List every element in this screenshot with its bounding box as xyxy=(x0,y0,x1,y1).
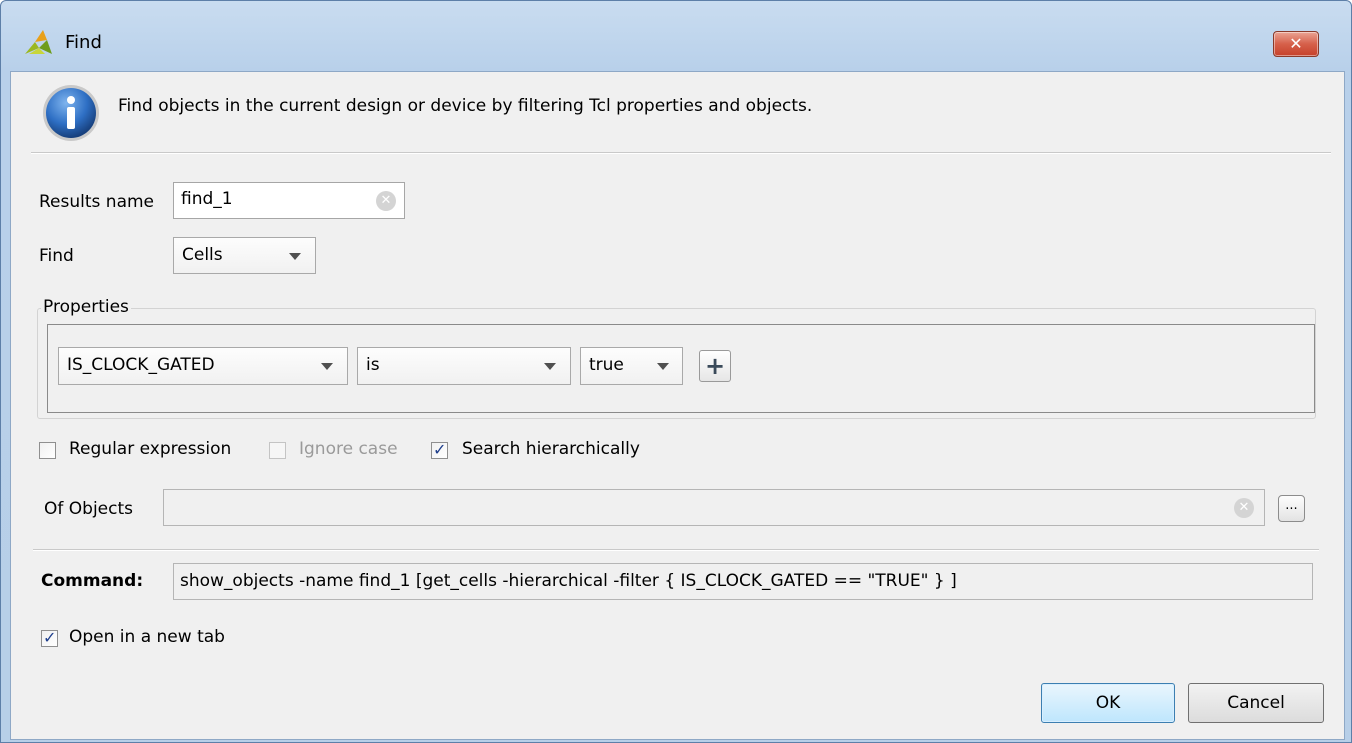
properties-filter-panel: IS_CLOCK_GATED is true + xyxy=(47,324,1315,413)
results-name-input[interactable]: find_1 ✕ xyxy=(173,182,405,219)
value-value: true xyxy=(589,355,624,375)
close-icon: ✕ xyxy=(1289,34,1303,53)
results-name-label: Results name xyxy=(39,192,154,212)
chevron-down-icon xyxy=(289,253,301,260)
open-new-tab-label: Open in a new tab xyxy=(69,627,225,647)
chevron-down-icon xyxy=(657,363,669,370)
open-new-tab-checkbox[interactable] xyxy=(41,628,58,647)
search-hierarchically-checkbox[interactable] xyxy=(431,440,448,459)
find-label: Find xyxy=(39,246,74,266)
search-hierarchically-label: Search hierarchically xyxy=(462,439,640,459)
window-title: Find xyxy=(65,32,102,53)
operator-value: is xyxy=(366,355,380,375)
value-dropdown[interactable]: true xyxy=(580,347,683,385)
clear-icon[interactable]: ✕ xyxy=(376,191,396,211)
title-bar: Find ✕ xyxy=(1,1,1351,71)
vivado-logo-icon xyxy=(25,30,52,54)
command-separator xyxy=(33,549,1319,551)
browse-objects-button[interactable]: ... xyxy=(1278,495,1305,522)
properties-group-title: Properties xyxy=(41,297,131,317)
chevron-down-icon xyxy=(321,363,333,370)
ignore-case-label: Ignore case xyxy=(299,439,398,459)
info-message: Find objects in the current design or de… xyxy=(118,96,813,116)
dialog-content: Find objects in the current design or de… xyxy=(10,71,1345,740)
header-separator xyxy=(31,152,1331,154)
ellipsis-icon: ... xyxy=(1285,498,1298,513)
find-type-value: Cells xyxy=(182,245,223,265)
cancel-label: Cancel xyxy=(1227,693,1285,713)
command-text: show_objects -name find_1 [get_cells -hi… xyxy=(180,571,957,591)
find-type-dropdown[interactable]: Cells xyxy=(173,237,316,274)
results-name-value: find_1 xyxy=(181,189,233,209)
cancel-button[interactable]: Cancel xyxy=(1188,683,1324,723)
ok-button[interactable]: OK xyxy=(1041,683,1175,723)
add-filter-button[interactable]: + xyxy=(699,350,731,382)
of-objects-label: Of Objects xyxy=(44,499,133,519)
command-label: Command: xyxy=(41,571,144,591)
ok-label: OK xyxy=(1095,693,1121,713)
plus-icon: + xyxy=(704,352,726,380)
close-button[interactable]: ✕ xyxy=(1273,31,1319,57)
ignore-case-checkbox[interactable] xyxy=(269,442,286,459)
command-field: show_objects -name find_1 [get_cells -hi… xyxy=(173,563,1313,600)
operator-dropdown[interactable]: is xyxy=(357,347,571,385)
clear-icon[interactable]: ✕ xyxy=(1234,498,1254,518)
info-icon xyxy=(43,85,99,141)
of-objects-input[interactable]: ✕ xyxy=(163,489,1265,526)
chevron-down-icon xyxy=(544,363,556,370)
property-name-dropdown[interactable]: IS_CLOCK_GATED xyxy=(58,347,348,385)
property-name-value: IS_CLOCK_GATED xyxy=(67,355,215,375)
regular-expression-checkbox[interactable] xyxy=(39,442,56,459)
dialog-window: Find ✕ Find objects in the current desig… xyxy=(0,0,1352,743)
regular-expression-label: Regular expression xyxy=(69,439,232,459)
